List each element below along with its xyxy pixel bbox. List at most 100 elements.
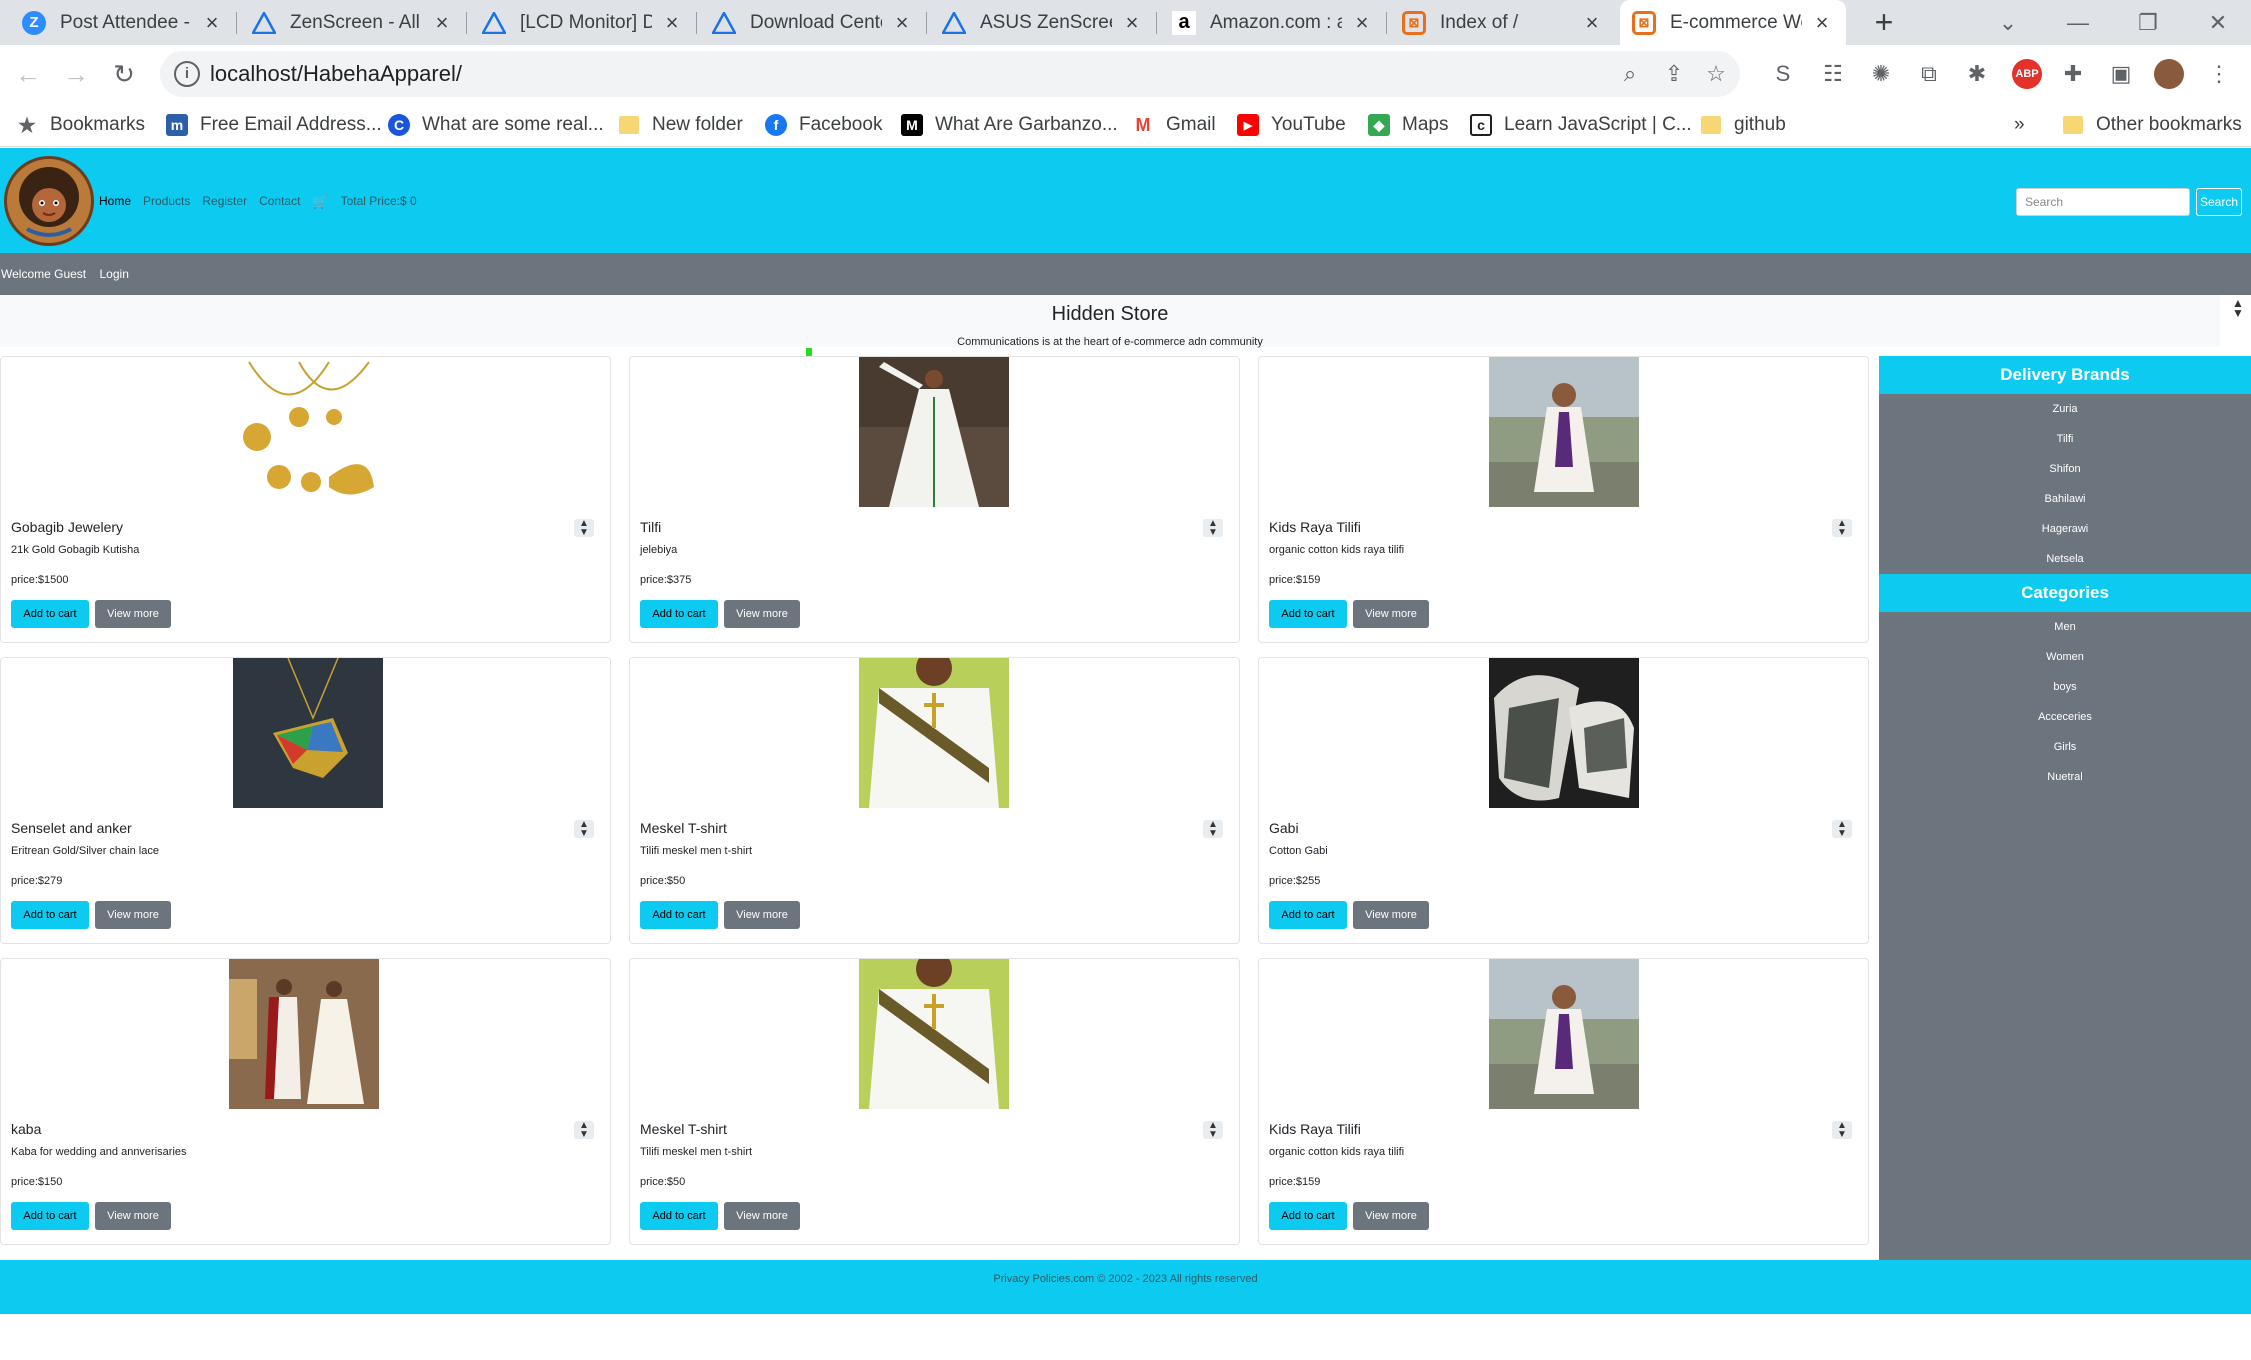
browser-tab[interactable]: ⊠ Index of / × (1390, 0, 1616, 45)
brand-link[interactable]: Tilfi (1879, 424, 2251, 454)
add-to-cart-button[interactable]: Add to cart (640, 600, 718, 628)
browser-tab[interactable]: ASUS ZenScreen × (930, 0, 1156, 45)
back-icon[interactable]: ← (8, 54, 48, 94)
other-bookmarks[interactable]: Other bookmarks (2062, 111, 2242, 139)
url-text[interactable]: localhost/HabehaApparel/ (210, 61, 462, 87)
product-image-meskel-tshirt[interactable] (859, 650, 1009, 808)
browser-tab[interactable]: [LCD Monitor] D × (470, 0, 696, 45)
sort-arrows-icon[interactable]: ▲ ▼ (574, 1121, 594, 1140)
menu-kebab-icon[interactable]: ⋮ (2204, 59, 2234, 89)
scroll-arrows-icon[interactable]: ▲ ▼ (2230, 297, 2246, 319)
brand-link[interactable]: Netsela (1879, 544, 2251, 574)
product-image-jewelry[interactable] (229, 357, 379, 507)
sort-arrows-icon[interactable]: ▲ ▼ (1832, 1121, 1852, 1140)
add-to-cart-button[interactable]: Add to cart (640, 901, 718, 929)
product-image-kids-raya[interactable] (1489, 959, 1639, 1109)
extensions-puzzle-icon[interactable]: ✚ (2058, 59, 2088, 89)
brand-link[interactable]: Shifon (1879, 454, 2251, 484)
category-link[interactable]: Men (1879, 612, 2251, 642)
brand-link[interactable]: Bahilawi (1879, 484, 2251, 514)
product-image-senselet[interactable] (233, 657, 383, 808)
close-tab-icon[interactable]: × (890, 10, 914, 36)
side-panel-icon[interactable]: ▣ (2106, 59, 2136, 89)
product-image-kids-raya[interactable] (1489, 357, 1639, 507)
category-link[interactable]: boys (1879, 672, 2251, 702)
product-image-gabi[interactable] (1489, 658, 1639, 808)
add-to-cart-button[interactable]: Add to cart (1269, 600, 1347, 628)
add-to-cart-button[interactable]: Add to cart (11, 1202, 89, 1230)
search-input[interactable]: Search (2016, 188, 2190, 216)
adblock-icon[interactable]: ABP (2012, 59, 2042, 89)
bookmark-item[interactable]: github (1700, 111, 1786, 139)
site-info-icon[interactable]: i (174, 61, 200, 87)
close-tab-icon[interactable]: × (1350, 10, 1374, 36)
view-more-button[interactable]: View more (95, 901, 171, 929)
add-to-cart-button[interactable]: Add to cart (11, 600, 89, 628)
brand-link[interactable]: Zuria (1879, 394, 2251, 424)
bookmark-item[interactable]: ★ Bookmarks (16, 111, 145, 139)
site-logo[interactable] (4, 156, 94, 246)
sort-arrows-icon[interactable]: ▲ ▼ (1203, 820, 1223, 839)
add-to-cart-button[interactable]: Add to cart (11, 901, 89, 929)
sort-arrows-icon[interactable]: ▲ ▼ (1203, 519, 1223, 538)
bookmark-item[interactable]: M Gmail (1132, 111, 1216, 139)
search-button[interactable]: Search (2196, 188, 2242, 216)
extension-bug-icon[interactable]: ✱ (1962, 59, 1992, 89)
view-more-button[interactable]: View more (724, 901, 800, 929)
bookmark-item[interactable]: f Facebook (765, 111, 882, 139)
zoom-magnifier-icon[interactable]: ⌕ (1616, 60, 1644, 88)
view-more-button[interactable]: View more (95, 1202, 171, 1230)
extension-gear-icon[interactable]: ✺ (1866, 59, 1896, 89)
brand-link[interactable]: Hagerawi (1879, 514, 2251, 544)
restore-icon[interactable]: ❐ (2115, 0, 2181, 45)
bookmark-item[interactable]: New folder (618, 111, 743, 139)
category-link[interactable]: Girls (1879, 732, 2251, 762)
view-more-button[interactable]: View more (1353, 1202, 1429, 1230)
extension-s-icon[interactable]: S (1768, 59, 1798, 89)
bookmark-item[interactable]: C What are some real... (388, 111, 604, 139)
address-bar[interactable]: i localhost/HabehaApparel/ ⌕ ⇪ ☆ (160, 51, 1740, 97)
cart-icon[interactable]: 🛒 (312, 194, 328, 210)
close-tab-icon[interactable]: × (1120, 10, 1144, 36)
category-link[interactable]: Acceceries (1879, 702, 2251, 732)
close-tab-icon[interactable]: × (430, 10, 454, 36)
product-image-meskel-tshirt[interactable] (859, 951, 1009, 1109)
more-bookmarks-chevron[interactable]: » (2014, 111, 2025, 139)
tab-search-icon[interactable]: ⌄ (1975, 0, 2041, 45)
bookmark-item[interactable]: ▶ YouTube (1237, 111, 1346, 139)
close-tab-icon[interactable]: × (200, 10, 224, 36)
add-to-cart-button[interactable]: Add to cart (640, 1202, 718, 1230)
reload-icon[interactable]: ↻ (104, 54, 144, 94)
forward-icon[interactable]: → (56, 54, 96, 94)
extension-copy-icon[interactable]: ⧉ (1914, 59, 1944, 89)
nav-contact[interactable]: Contact (259, 194, 300, 210)
sort-arrows-icon[interactable]: ▲ ▼ (574, 519, 594, 538)
view-more-button[interactable]: View more (1353, 600, 1429, 628)
product-image-tilfi[interactable] (859, 357, 1009, 507)
bookmark-item[interactable]: ◆ Maps (1368, 111, 1448, 139)
view-more-button[interactable]: View more (1353, 901, 1429, 929)
minimize-icon[interactable]: — (2045, 0, 2111, 45)
category-link[interactable]: Women (1879, 642, 2251, 672)
bookmark-item[interactable]: M What Are Garbanzo... (901, 111, 1118, 139)
login-link[interactable]: Login (100, 267, 129, 281)
new-tab-icon[interactable]: + (1866, 4, 1902, 40)
nav-home[interactable]: Home (99, 194, 131, 210)
close-tab-icon[interactable]: × (660, 10, 684, 36)
browser-tab[interactable]: Download Cente × (700, 0, 926, 45)
browser-tab[interactable]: ZenScreen - All M × (240, 0, 466, 45)
close-tab-icon[interactable]: × (1810, 10, 1834, 36)
browser-tab[interactable]: a Amazon.com : as × (1160, 0, 1386, 45)
close-window-icon[interactable]: ✕ (2185, 0, 2251, 45)
product-image-kaba[interactable] (229, 959, 379, 1109)
sort-arrows-icon[interactable]: ▲ ▼ (1203, 1121, 1223, 1140)
view-more-button[interactable]: View more (724, 600, 800, 628)
bookmark-item[interactable]: m Free Email Address... (166, 111, 382, 139)
share-icon[interactable]: ⇪ (1660, 60, 1688, 88)
nav-register[interactable]: Register (202, 194, 247, 210)
category-link[interactable]: Nuetral (1879, 762, 2251, 792)
profile-avatar-icon[interactable] (2154, 59, 2184, 89)
view-more-button[interactable]: View more (95, 600, 171, 628)
bookmark-item[interactable]: c Learn JavaScript | C... (1470, 111, 1692, 139)
bookmark-star-icon[interactable]: ☆ (1702, 60, 1730, 88)
